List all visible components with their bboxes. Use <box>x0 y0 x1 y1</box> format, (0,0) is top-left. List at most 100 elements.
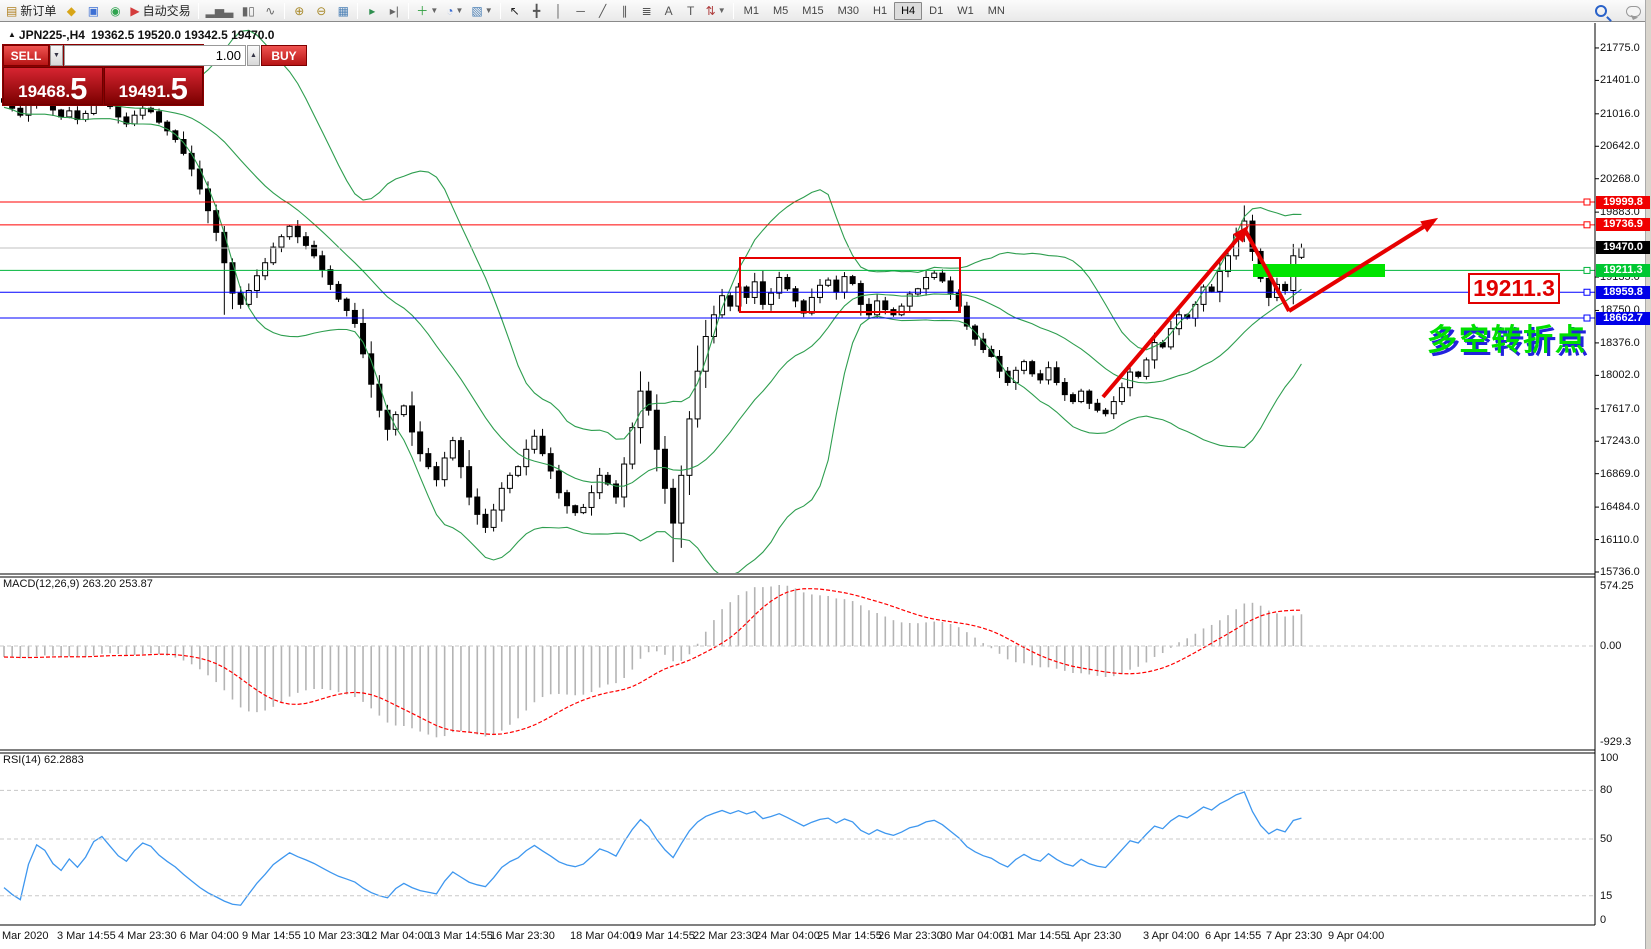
cursor-icon[interactable]: ↖ <box>504 1 526 21</box>
chart-canvas[interactable] <box>0 23 1651 949</box>
vertical-line-icon[interactable]: │ <box>548 1 570 21</box>
channel-icon-icon: ∥ <box>621 3 628 18</box>
crosshair-icon-icon: ╋ <box>533 3 541 18</box>
y-axis-tick: 21401.0 <box>1600 74 1640 87</box>
ohlc-values: 19362.5 19520.0 19342.5 19470.0 <box>90 28 275 42</box>
x-axis-date: 26 Mar 23:30 <box>878 930 943 942</box>
new-chart-icon: ＋ <box>416 3 429 18</box>
chart-shift-icon-icon: ▸| <box>389 3 399 18</box>
signals-icon[interactable]: ◉ <box>104 1 126 21</box>
macd-axis-tick: -929.3 <box>1600 736 1632 748</box>
label-icon-icon: T <box>687 3 695 18</box>
price-tag-19211.3: 19211.3 <box>1596 263 1650 277</box>
volume-down-button[interactable]: ▼ <box>50 45 63 66</box>
window-edge <box>1645 0 1651 949</box>
gold-seal-icon[interactable]: ◆ <box>60 1 82 21</box>
chart-shift-icon[interactable]: ▸| <box>383 1 405 21</box>
candlestick-chart-icon[interactable]: ▮▯ <box>237 1 259 21</box>
cn-annotation: 多空转折点 <box>1427 324 1587 357</box>
market-watch-icon-icon: ▣ <box>87 3 100 18</box>
toolbar-separator <box>499 2 501 19</box>
zoom-in-icon[interactable]: ⊕ <box>288 1 310 21</box>
toolbar-separator <box>357 2 359 19</box>
timeframe-m1[interactable]: M1 <box>737 2 766 20</box>
text-icon-icon: A <box>664 3 673 18</box>
zoom-out-icon[interactable]: ⊖ <box>310 1 332 21</box>
chat-icon <box>1626 5 1641 17</box>
horizontal-line-icon[interactable]: ─ <box>570 1 592 21</box>
timeframe-m30[interactable]: M30 <box>831 2 866 20</box>
periods-button[interactable]: ◔ ▼ <box>442 1 467 21</box>
fibonacci-icon[interactable]: ≣ <box>636 1 658 21</box>
x-axis-date: 24 Mar 04:00 <box>755 930 820 942</box>
toolbar-separator <box>732 2 734 19</box>
chart-area[interactable]: ▲ JPN225-,H4 19362.5 19520.0 19342.5 19470… <box>0 23 1651 949</box>
zoom-in-icon-icon: ⊕ <box>294 3 305 18</box>
toolbar-separator <box>197 2 199 19</box>
x-axis-date: 4 Mar 23:30 <box>118 930 177 942</box>
auto-scroll-icon-icon: ▸ <box>369 3 376 18</box>
arrows-icon[interactable]: ⇅ ▼ <box>702 1 730 21</box>
auto-scroll-icon[interactable]: ▸ <box>361 1 383 21</box>
timeframe-m15[interactable]: M15 <box>795 2 830 20</box>
chat-button[interactable] <box>1622 1 1645 21</box>
crosshair-icon[interactable]: ╋ <box>526 1 548 21</box>
y-axis-tick: 18002.0 <box>1600 369 1640 382</box>
price-tag-19736.9: 19736.9 <box>1596 218 1650 232</box>
macd-label: MACD(12,26,9) 263.20 253.87 <box>3 578 153 590</box>
x-axis-date: 19 Mar 14:55 <box>630 930 695 942</box>
rsi-axis-tick: 0 <box>1600 914 1607 926</box>
x-axis-date: 1 Apr 23:30 <box>1065 930 1122 942</box>
label-icon[interactable]: T <box>680 1 702 21</box>
x-axis-date: 3 Mar 14:55 <box>57 930 116 942</box>
cursor-icon-icon: ↖ <box>509 3 520 18</box>
new-order-icon: ▤ <box>6 3 18 18</box>
x-axis-date: 18 Mar 04:00 <box>570 930 635 942</box>
sell-price-button[interactable]: 19468. 5 <box>3 67 103 105</box>
timeframe-w1[interactable]: W1 <box>950 2 981 20</box>
macd-axis-tick: 574.25 <box>1600 580 1634 592</box>
new-chart-button[interactable]: ＋ ▼ <box>412 1 442 21</box>
y-axis-tick: 17617.0 <box>1600 402 1640 415</box>
tile-windows-icon-icon: ▦ <box>337 3 349 18</box>
bar-chart-icon[interactable]: ▂▅▃ <box>202 1 238 21</box>
signals-icon-icon: ◉ <box>110 3 121 18</box>
channel-icon[interactable]: ∥ <box>614 1 636 21</box>
price-tag-19999.8: 19999.8 <box>1596 195 1650 209</box>
volume-input[interactable] <box>64 45 246 66</box>
timeframe-h1[interactable]: H1 <box>866 2 894 20</box>
buy-price-button[interactable]: 19491. 5 <box>103 67 203 105</box>
timeframe-m5[interactable]: M5 <box>766 2 795 20</box>
sell-button[interactable]: SELL <box>3 45 49 66</box>
rsi-axis-tick: 80 <box>1600 784 1613 797</box>
toolbar: ▤ 新订单 ◆ ▣ ◉ ▶ 自动交易 ▂▅▃ ▮▯ ∿ ⊕ ⊖ ▦ ▸ ▸| ＋ ▼ ◔ ▼ ▧ ▼ ↖ ╋ │ ─ ╱ ∥ ≣ A T ⇅… <box>0 0 1651 22</box>
timeframe-h4[interactable]: H4 <box>894 1 923 20</box>
x-axis-date: 6 Mar 04:00 <box>180 930 239 942</box>
toolbar-separator <box>408 2 410 19</box>
macd-axis-tick: 0.00 <box>1600 640 1622 652</box>
rsi-axis-tick: 15 <box>1600 889 1613 902</box>
buy-button[interactable]: BUY <box>261 45 307 66</box>
new-order-button[interactable]: ▤ 新订单 <box>2 1 60 21</box>
y-axis-tick: 16484.0 <box>1600 501 1640 514</box>
market-watch-icon[interactable]: ▣ <box>82 1 104 21</box>
chart-title: ▲ JPN225-,H4 19362.5 19520.0 19342.5 19470… <box>8 28 274 42</box>
x-axis-date: 22 Mar 23:30 <box>693 930 758 942</box>
timeframe-d1[interactable]: D1 <box>922 2 950 20</box>
search-button[interactable] <box>1590 1 1612 21</box>
toolbar-separator <box>284 2 286 19</box>
auto-trading-button[interactable]: ▶ 自动交易 <box>126 1 194 21</box>
templates-button[interactable]: ▧ ▼ <box>467 1 496 21</box>
x-axis-date: 9 Apr 04:00 <box>1328 930 1385 942</box>
text-icon[interactable]: A <box>658 1 680 21</box>
x-axis-date: Mar 2020 <box>2 930 49 942</box>
vertical-line-icon-icon: │ <box>554 3 563 18</box>
y-axis-tick: 21775.0 <box>1600 41 1640 54</box>
trendline-icon[interactable]: ╱ <box>592 1 614 21</box>
timeframe-mn[interactable]: MN <box>981 2 1012 20</box>
line-chart-icon[interactable]: ∿ <box>259 1 281 21</box>
tile-windows-icon[interactable]: ▦ <box>332 1 354 21</box>
symbol-arrow-icon: ▲ <box>8 30 16 39</box>
volume-up-button[interactable]: ▲ <box>247 45 260 66</box>
fibonacci-icon-icon: ≣ <box>641 3 652 18</box>
